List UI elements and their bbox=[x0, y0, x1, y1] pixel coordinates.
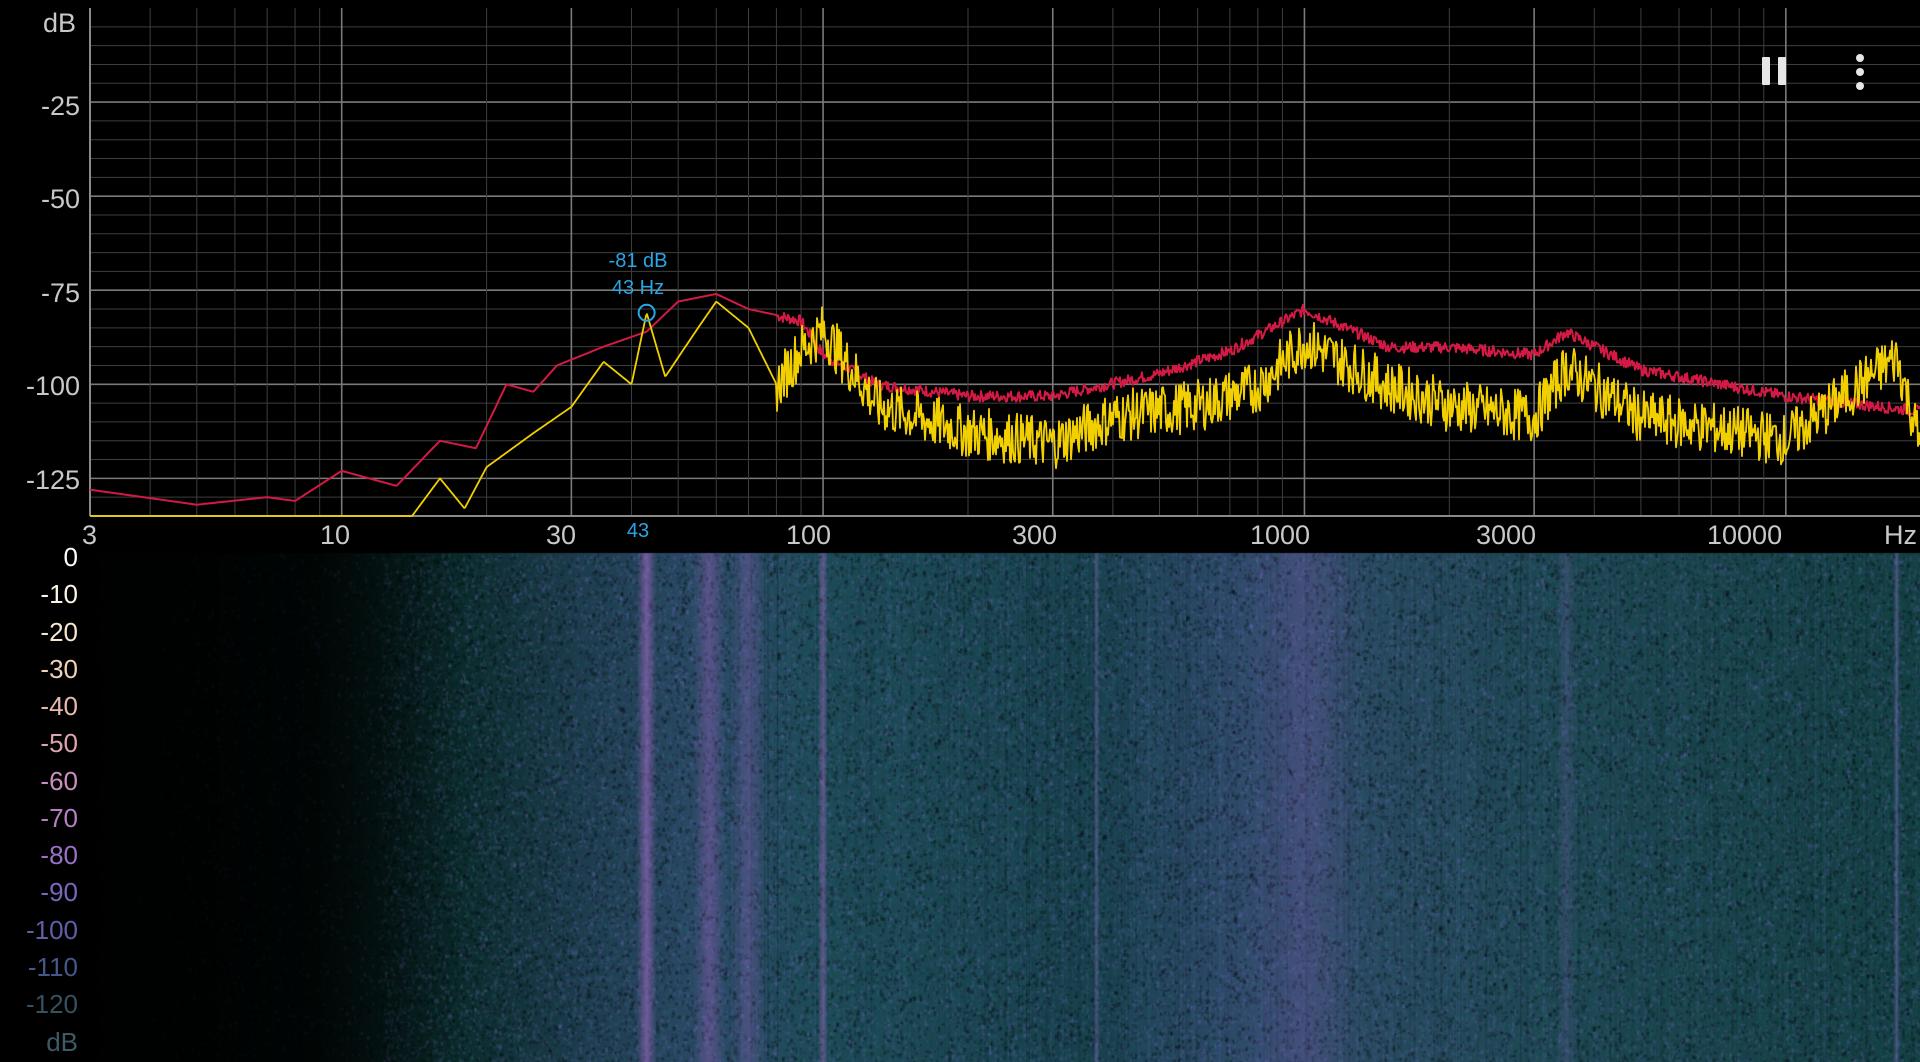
x-unit-label: Hz bbox=[1884, 520, 1917, 550]
colorbar-label: -100 bbox=[25, 915, 78, 945]
y-tick-label: -75 bbox=[40, 278, 80, 308]
colorbar-unit: dB bbox=[46, 1027, 78, 1057]
pause-button[interactable] bbox=[1758, 54, 1794, 94]
y-tick-label: -125 bbox=[25, 465, 80, 495]
colorbar-label: -40 bbox=[40, 691, 78, 721]
peak-hz-label: 43 Hz bbox=[611, 277, 665, 299]
more-vertical-icon bbox=[1856, 54, 1864, 62]
y-tick-label: -100 bbox=[25, 371, 80, 401]
spectrogram-canvas bbox=[0, 0, 1920, 1062]
colorbar-label: 0 bbox=[63, 542, 78, 572]
x-tick-label: 3 bbox=[82, 520, 98, 550]
more-menu-button[interactable] bbox=[1842, 50, 1878, 94]
peak-axis-label: 43 bbox=[626, 520, 650, 542]
more-vertical-icon-dot bbox=[1856, 68, 1864, 76]
pause-icon bbox=[1762, 57, 1770, 85]
peak-db-label: -81 dB bbox=[608, 250, 668, 272]
colorbar-label: -50 bbox=[40, 728, 78, 758]
colorbar-label: -80 bbox=[40, 840, 78, 870]
x-tick-label: 100 bbox=[786, 520, 832, 550]
app-window: dB Hz -25 -50 -75 -100 -125 3 10 30 100 … bbox=[0, 0, 1920, 1062]
x-tick-label: 10000 bbox=[1707, 520, 1783, 550]
pause-icon-bar bbox=[1778, 57, 1786, 85]
colorbar-label: -70 bbox=[40, 803, 78, 833]
x-tick-label: 30 bbox=[546, 520, 577, 550]
colorbar-label: -20 bbox=[40, 617, 78, 647]
y-unit-label: dB bbox=[42, 8, 76, 38]
colorbar-label: -60 bbox=[40, 766, 78, 796]
colorbar-label: -120 bbox=[25, 989, 78, 1019]
more-vertical-icon-dot bbox=[1856, 82, 1864, 90]
x-tick-label: 10 bbox=[320, 520, 351, 550]
x-tick-label: 300 bbox=[1012, 520, 1058, 550]
colorbar-label: -30 bbox=[40, 654, 78, 684]
colorbar-label: -10 bbox=[40, 579, 78, 609]
x-tick-label: 1000 bbox=[1250, 520, 1311, 550]
y-tick-label: -50 bbox=[40, 184, 80, 214]
y-tick-label: -25 bbox=[40, 91, 80, 121]
x-tick-label: 3000 bbox=[1476, 520, 1537, 550]
colorbar-label: -90 bbox=[40, 877, 78, 907]
colorbar-label: -110 bbox=[27, 952, 78, 982]
